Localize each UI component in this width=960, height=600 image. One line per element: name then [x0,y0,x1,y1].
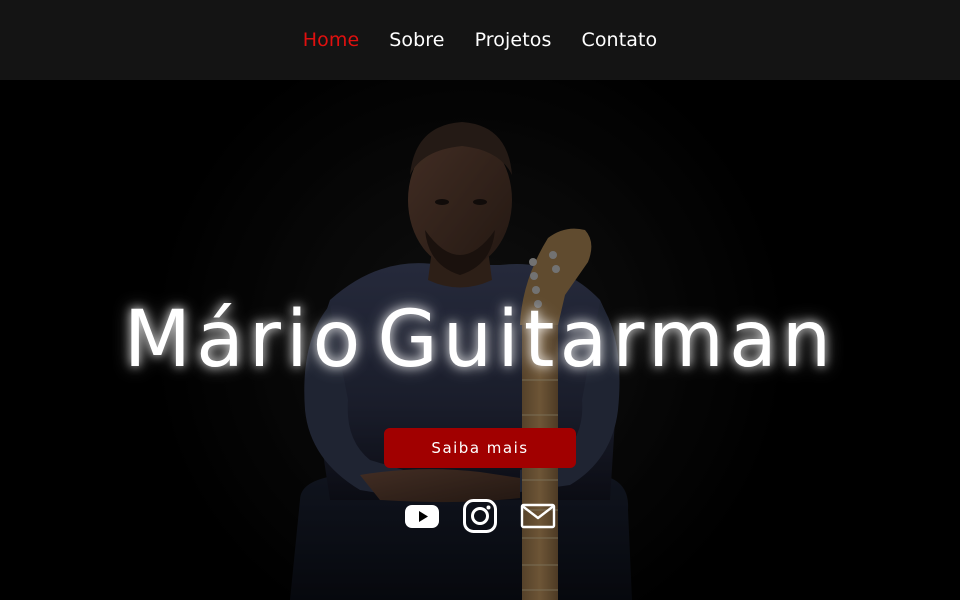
instagram-icon [463,499,497,533]
hero-section: Mário Guitarman Saiba mais [0,80,960,600]
youtube-icon [405,505,439,528]
nav-item-sobre[interactable]: Sobre [374,0,459,80]
nav-item-contato[interactable]: Contato [566,0,672,80]
youtube-link[interactable] [404,498,440,534]
hero-title: Mário Guitarman [0,292,960,388]
instagram-link[interactable] [462,498,498,534]
page: Home Sobre Projetos Contato Mário Guitar… [0,0,960,600]
top-navbar: Home Sobre Projetos Contato [0,0,960,80]
social-links [0,498,960,534]
nav-links: Home Sobre Projetos Contato [0,0,960,80]
nav-item-home[interactable]: Home [288,0,375,80]
saiba-mais-button[interactable]: Saiba mais [384,428,576,468]
email-link[interactable] [520,498,556,534]
hero-title-last: Guitarman [377,295,837,385]
hero-title-first: Mário [123,295,366,385]
nav-item-projetos[interactable]: Projetos [460,0,567,80]
mail-icon [520,503,556,529]
